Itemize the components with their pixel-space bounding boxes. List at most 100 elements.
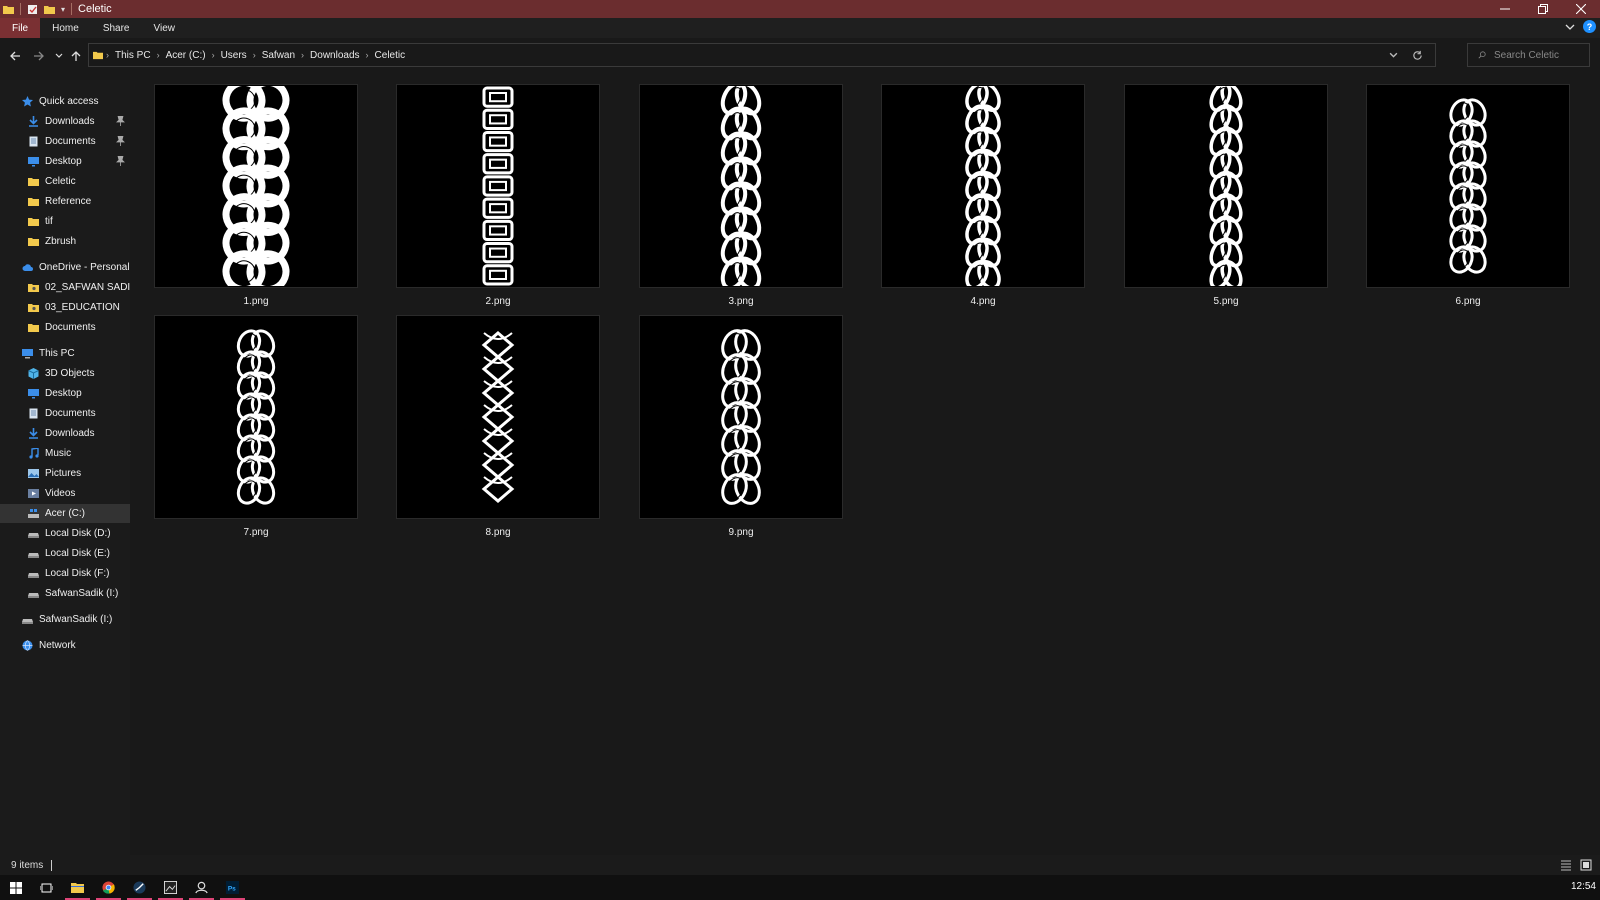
sidebar-item-this-pc[interactable]: This PC: [0, 344, 130, 363]
breadcrumb-users[interactable]: Users: [218, 50, 250, 61]
sidebar-item-03-education[interactable]: 03_EDUCATION: [0, 298, 130, 317]
properties-icon[interactable]: [27, 4, 38, 15]
drive-icon: [22, 619, 33, 624]
taskbar-chrome[interactable]: [93, 875, 124, 900]
sidebar-item-quick-access[interactable]: Quick access: [0, 92, 130, 111]
file-item[interactable]: 5.png: [1124, 84, 1328, 314]
up-button[interactable]: [67, 47, 85, 65]
customize-toolbar-icon[interactable]: ▾: [61, 5, 65, 14]
sidebar-item-safwansadik-i[interactable]: SafwanSadik (I:): [0, 610, 130, 629]
refresh-icon[interactable]: [1412, 50, 1423, 61]
folder-icon[interactable]: [3, 4, 14, 15]
sidebar-item-label: Zbrush: [45, 236, 77, 247]
sidebar-item-label: Music: [45, 448, 72, 459]
sidebar-item-onedrive-personal[interactable]: OneDrive - Personal: [0, 258, 130, 277]
help-icon[interactable]: ?: [1583, 20, 1596, 33]
sidebar-item-local-disk-e[interactable]: Local Disk (E:): [0, 544, 130, 563]
tab-view[interactable]: View: [142, 18, 188, 38]
file-thumbnail[interactable]: [1366, 84, 1570, 288]
file-item[interactable]: 2.png: [396, 84, 600, 314]
sidebar-item-videos[interactable]: Videos: [0, 484, 130, 503]
forward-button[interactable]: [30, 47, 48, 65]
search-input[interactable]: [1494, 49, 1589, 61]
taskbar-avatar-app[interactable]: [186, 875, 217, 900]
back-button[interactable]: [6, 47, 24, 65]
sidebar-item-02-safwan-sadik[interactable]: 02_SAFWAN SADIK: [0, 278, 130, 297]
sidebar-item-network[interactable]: Network: [0, 636, 130, 655]
taskbar-image-app[interactable]: [155, 875, 186, 900]
sidebar-item-music[interactable]: Music: [0, 444, 130, 463]
sidebar-item-pictures[interactable]: Pictures: [0, 464, 130, 483]
sidebar-item-reference[interactable]: Reference: [0, 192, 130, 211]
sidebar-item-acer-c[interactable]: Acer (C:): [0, 504, 130, 523]
breadcrumb-acer-c[interactable]: Acer (C:): [163, 50, 209, 61]
search-box[interactable]: [1467, 43, 1590, 67]
sidebar-item-local-disk-f[interactable]: Local Disk (F:): [0, 564, 130, 583]
sidebar-item-local-disk-d[interactable]: Local Disk (D:): [0, 524, 130, 543]
file-thumbnail[interactable]: [396, 315, 600, 519]
sidebar-item-desktop[interactable]: Desktop: [0, 384, 130, 403]
recent-locations-button[interactable]: [50, 47, 68, 65]
breadcrumb-separator[interactable]: ›: [363, 50, 372, 60]
file-thumbnail[interactable]: [1124, 84, 1328, 288]
file-item[interactable]: 4.png: [881, 84, 1085, 314]
file-item[interactable]: 1.png: [154, 84, 358, 314]
sidebar-item-3d-objects[interactable]: 3D Objects: [0, 364, 130, 383]
sidebar-item-celetic[interactable]: Celetic: [0, 172, 130, 191]
status-divider: [51, 859, 53, 871]
toolbar-divider: [71, 3, 73, 15]
sidebar-item-downloads[interactable]: Downloads: [0, 112, 130, 131]
file-thumbnail[interactable]: [639, 315, 843, 519]
breadcrumb-celetic[interactable]: Celetic: [372, 50, 409, 61]
breadcrumb-separator[interactable]: ›: [154, 50, 163, 60]
sidebar-item-documents[interactable]: Documents: [0, 132, 130, 151]
sidebar-item-label: Documents: [45, 322, 96, 333]
taskbar-photoshop[interactable]: Ps: [217, 875, 248, 900]
breadcrumb-this-pc[interactable]: This PC: [112, 50, 154, 61]
file-thumbnail[interactable]: [881, 84, 1085, 288]
breadcrumb-separator[interactable]: ›: [298, 50, 307, 60]
file-item[interactable]: 7.png: [154, 315, 358, 545]
file-item[interactable]: 8.png: [396, 315, 600, 545]
expand-ribbon-icon[interactable]: [1565, 22, 1575, 32]
sidebar-item-desktop[interactable]: Desktop: [0, 152, 130, 171]
task-view-button[interactable]: [31, 875, 62, 900]
file-thumbnail[interactable]: [154, 84, 358, 288]
breadcrumb-separator[interactable]: ›: [209, 50, 218, 60]
tab-file[interactable]: File: [0, 18, 41, 38]
file-thumbnail[interactable]: [154, 315, 358, 519]
sidebar-item-label: Videos: [45, 488, 76, 499]
file-item[interactable]: 3.png: [639, 84, 843, 314]
sidebar-item-downloads[interactable]: Downloads: [0, 424, 130, 443]
restore-button[interactable]: [1524, 0, 1562, 18]
start-button[interactable]: [0, 875, 31, 900]
file-item[interactable]: 9.png: [639, 315, 843, 545]
folder-icon: [28, 238, 39, 246]
minimize-button[interactable]: [1486, 0, 1524, 18]
sidebar-item-label: Quick access: [39, 96, 99, 107]
tab-home[interactable]: Home: [40, 18, 91, 38]
new-folder-icon[interactable]: [44, 4, 55, 15]
breadcrumb-safwan[interactable]: Safwan: [259, 50, 298, 61]
sidebar-item-safwansadik-i[interactable]: SafwanSadik (I:): [0, 584, 130, 603]
tab-share[interactable]: Share: [91, 18, 142, 38]
file-thumbnail[interactable]: [396, 84, 600, 288]
breadcrumb-downloads[interactable]: Downloads: [307, 50, 362, 61]
breadcrumb-separator[interactable]: ›: [250, 50, 259, 60]
taskbar-file-explorer[interactable]: [62, 875, 93, 900]
large-icons-view-icon[interactable]: [1580, 859, 1592, 871]
sidebar-item-documents[interactable]: Documents: [0, 404, 130, 423]
sidebar-item-label: Celetic: [45, 176, 76, 187]
taskbar-steam[interactable]: [124, 875, 155, 900]
taskbar-clock[interactable]: 12:54: [1571, 881, 1596, 892]
close-button[interactable]: [1562, 0, 1600, 18]
address-bar[interactable]: › This PC › Acer (C:) › Users › Safwan ›…: [88, 43, 1436, 67]
address-history-icon[interactable]: [1389, 51, 1398, 60]
image-app-icon: [164, 881, 177, 894]
sidebar-item-documents[interactable]: Documents: [0, 318, 130, 337]
sidebar-item-zbrush[interactable]: Zbrush: [0, 232, 130, 251]
file-thumbnail[interactable]: [639, 84, 843, 288]
file-item[interactable]: 6.png: [1366, 84, 1570, 314]
details-view-icon[interactable]: [1560, 859, 1572, 871]
sidebar-item-tif[interactable]: tif: [0, 212, 130, 231]
